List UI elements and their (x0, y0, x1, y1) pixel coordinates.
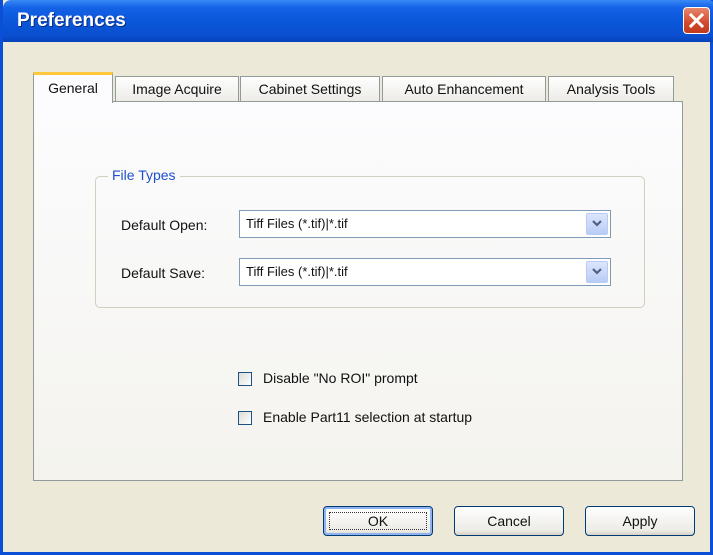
tab-image-acquire[interactable]: Image Acquire (115, 76, 239, 102)
default-save-select[interactable]: Tiff Files (*.tif)|*.tif (239, 258, 611, 286)
default-open-select[interactable]: Tiff Files (*.tif)|*.tif (239, 210, 611, 238)
apply-button[interactable]: Apply (585, 506, 695, 536)
chevron-down-icon (592, 220, 602, 227)
default-open-dropdown-button[interactable] (586, 213, 608, 235)
default-save-dropdown-button[interactable] (586, 261, 608, 283)
tab-cabinet-settings[interactable]: Cabinet Settings (240, 76, 380, 102)
disable-no-roi-checkbox[interactable] (238, 372, 252, 386)
enable-part11-label[interactable]: Enable Part11 selection at startup (263, 409, 472, 425)
general-tab-panel: File Types Default Open: Tiff Files (*.t… (33, 101, 683, 481)
close-icon (689, 13, 704, 28)
ok-button[interactable]: OK (323, 506, 433, 536)
file-types-legend: File Types (108, 167, 180, 183)
chevron-down-icon (592, 268, 602, 275)
window-title: Preferences (17, 10, 126, 31)
default-save-value: Tiff Files (*.tif)|*.tif (246, 264, 348, 279)
close-button[interactable] (683, 7, 710, 34)
preferences-dialog: Preferences General Image Acquire Cabine… (0, 0, 713, 555)
tab-general[interactable]: General (33, 72, 113, 103)
tab-auto-enhancement[interactable]: Auto Enhancement (382, 76, 546, 102)
enable-part11-checkbox[interactable] (238, 411, 252, 425)
tab-analysis-tools[interactable]: Analysis Tools (548, 76, 674, 102)
file-types-group: File Types Default Open: Tiff Files (*.t… (95, 167, 645, 308)
default-open-value: Tiff Files (*.tif)|*.tif (246, 216, 348, 231)
title-bar[interactable]: Preferences (3, 0, 713, 42)
default-open-label: Default Open: (121, 217, 208, 233)
cancel-button[interactable]: Cancel (454, 506, 564, 536)
focus-rectangle (329, 512, 427, 530)
disable-no-roi-label[interactable]: Disable "No ROI" prompt (263, 370, 418, 386)
default-save-label: Default Save: (121, 265, 206, 281)
